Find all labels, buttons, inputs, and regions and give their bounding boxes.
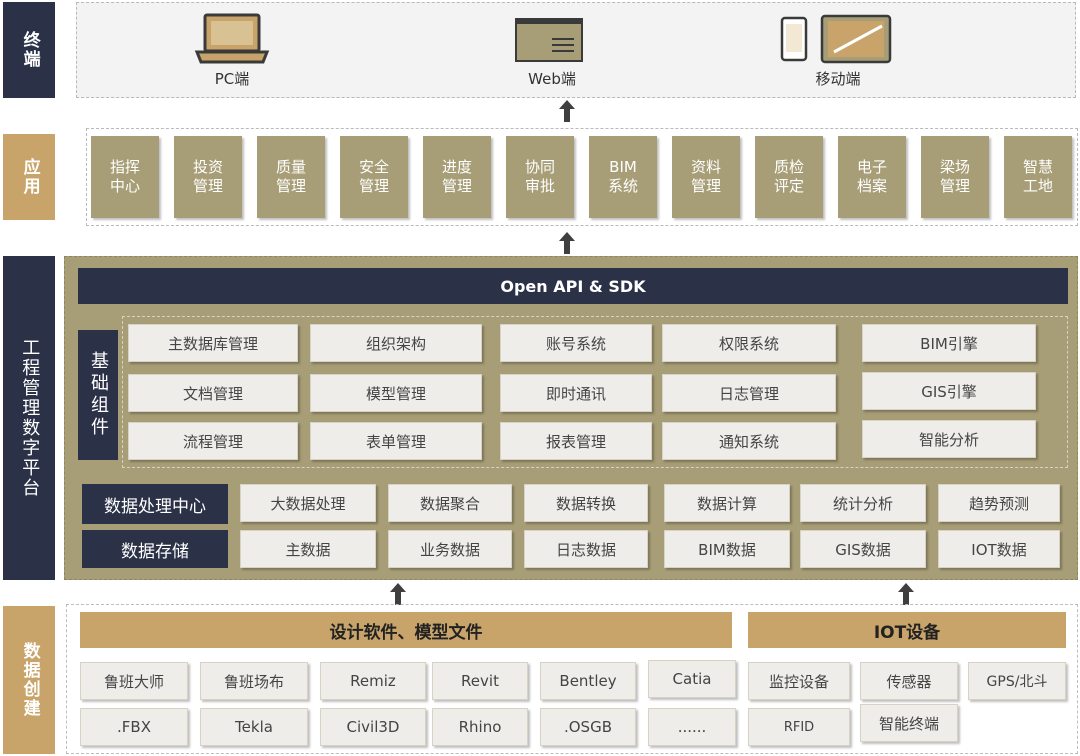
app-tile[interactable]: 质检 评定 (755, 136, 823, 218)
storage-tile[interactable]: BIM数据 (664, 530, 790, 568)
layer-label-data-creation: 数据创建 (3, 606, 55, 754)
software-tile[interactable]: 鲁班场布 (200, 662, 308, 700)
software-tile[interactable]: Catia (648, 660, 736, 698)
processing-tile[interactable]: 数据聚合 (388, 484, 512, 522)
base-components-label: 基础组件 (78, 330, 118, 460)
component-tile[interactable]: 权限系统 (662, 324, 836, 362)
storage-tile[interactable]: 主数据 (240, 530, 376, 568)
processing-tile[interactable]: 数据转换 (524, 484, 648, 522)
iot-tile[interactable]: GPS/北斗 (968, 662, 1066, 700)
app-tile[interactable]: 安全 管理 (340, 136, 408, 218)
component-tile[interactable]: GIS引擎 (862, 372, 1036, 410)
processing-tile[interactable]: 数据计算 (664, 484, 790, 522)
app-tile[interactable]: 指挥 中心 (91, 136, 159, 218)
component-tile[interactable]: BIM引擎 (862, 324, 1036, 362)
software-header: 设计软件、模型文件 (80, 612, 732, 648)
app-tile[interactable]: 投资 管理 (174, 136, 242, 218)
component-tile[interactable]: 日志管理 (662, 374, 836, 412)
processing-label: 数据处理中心 (82, 484, 228, 524)
app-tile[interactable]: 资料 管理 (672, 136, 740, 218)
component-tile[interactable]: 报表管理 (500, 422, 652, 460)
app-tile[interactable]: 进度 管理 (423, 136, 491, 218)
app-tile[interactable]: 梁场 管理 (921, 136, 989, 218)
terminal-label-pc: PC端 (214, 70, 250, 88)
arrow-up-icon (559, 232, 575, 254)
software-tile[interactable]: Tekla (200, 708, 308, 746)
app-tile[interactable]: 质量 管理 (257, 136, 325, 218)
storage-tile[interactable]: GIS数据 (800, 530, 926, 568)
terminal-label-mobile: 移动端 (815, 70, 861, 88)
iot-header: IOT设备 (748, 612, 1066, 648)
software-tile[interactable]: Remiz (320, 662, 426, 700)
arrow-up-icon (559, 100, 575, 122)
software-tile[interactable]: ...... (648, 708, 736, 746)
component-tile[interactable]: 智能分析 (862, 420, 1036, 458)
web-window-icon (515, 18, 583, 62)
processing-tile[interactable]: 趋势预测 (938, 484, 1060, 522)
iot-tile[interactable]: RFID (748, 708, 850, 746)
software-tile[interactable]: Civil3D (320, 708, 426, 746)
component-tile[interactable]: 账号系统 (500, 324, 652, 362)
software-tile[interactable]: Bentley (540, 662, 636, 700)
storage-tile[interactable]: 业务数据 (388, 530, 512, 568)
storage-tile[interactable]: 日志数据 (524, 530, 648, 568)
iot-tile[interactable]: 智能终端 (860, 704, 958, 742)
software-tile[interactable]: .FBX (80, 708, 188, 746)
software-tile[interactable]: Revit (432, 662, 528, 700)
component-tile[interactable]: 通知系统 (662, 422, 836, 460)
component-tile[interactable]: 组织架构 (310, 324, 482, 362)
iot-tile[interactable]: 传感器 (860, 662, 958, 700)
component-tile[interactable]: 文档管理 (128, 374, 298, 412)
layer-label-terminal: 终端 (3, 2, 55, 98)
app-tile[interactable]: BIM 系统 (589, 136, 657, 218)
layer-label-platform: 工程管理数字平台 (3, 256, 55, 580)
terminal-label-web: Web端 (528, 70, 576, 88)
layer-label-application: 应用 (3, 134, 55, 220)
iot-tile[interactable]: 监控设备 (748, 662, 850, 700)
processing-tile[interactable]: 大数据处理 (240, 484, 376, 522)
laptop-icon (194, 13, 270, 64)
api-bar: Open API & SDK (78, 268, 1068, 304)
component-tile[interactable]: 模型管理 (310, 374, 482, 412)
component-tile[interactable]: 主数据库管理 (128, 324, 298, 362)
component-tile[interactable]: 即时通讯 (500, 374, 652, 412)
component-tile[interactable]: 流程管理 (128, 422, 298, 460)
component-tile[interactable]: 表单管理 (310, 422, 482, 460)
app-tile[interactable]: 电子 档案 (838, 136, 906, 218)
arrow-up-icon (390, 583, 406, 605)
software-tile[interactable]: 鲁班大师 (80, 662, 188, 700)
storage-label: 数据存储 (82, 530, 228, 568)
arrow-up-icon (898, 583, 914, 605)
app-tile[interactable]: 智慧 工地 (1004, 136, 1072, 218)
processing-tile[interactable]: 统计分析 (800, 484, 926, 522)
software-tile[interactable]: Rhino (432, 708, 528, 746)
app-tile[interactable]: 协同 审批 (506, 136, 574, 218)
mobile-tablet-icon (780, 14, 892, 64)
storage-tile[interactable]: IOT数据 (938, 530, 1060, 568)
software-tile[interactable]: .OSGB (540, 708, 636, 746)
